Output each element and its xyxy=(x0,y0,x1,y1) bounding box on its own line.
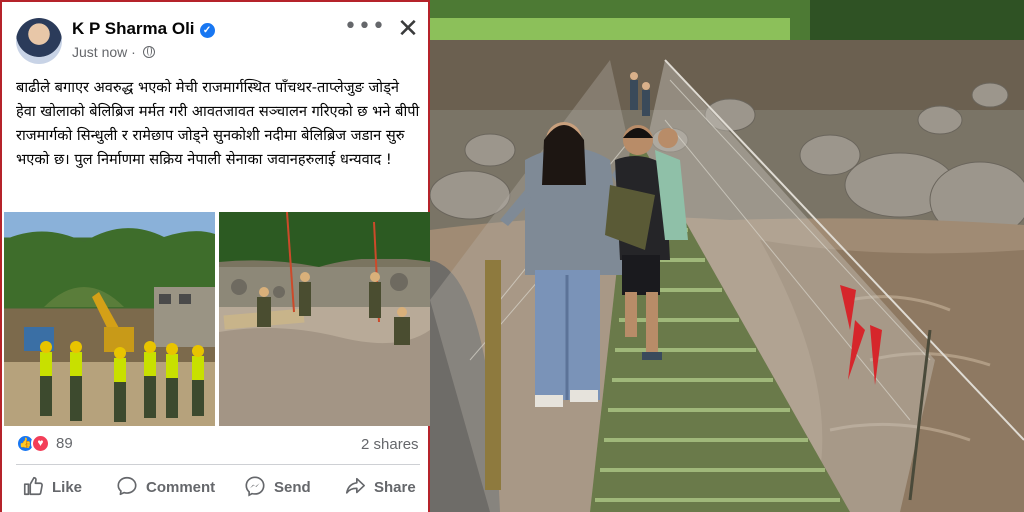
post-header: K P Sharma Oli ✓ Just now · ••• ✕ xyxy=(16,16,420,66)
share-label: Share xyxy=(374,479,416,496)
comment-label: Comment xyxy=(146,479,216,496)
post-timestamp[interactable]: Just now xyxy=(72,44,127,60)
send-label: Send xyxy=(274,479,311,496)
author-name[interactable]: K P Sharma Oli xyxy=(72,19,195,38)
soldiers-illustration xyxy=(4,228,215,426)
comment-bubble-icon xyxy=(117,476,137,496)
river-crossing-illustration xyxy=(219,212,430,426)
globe-icon xyxy=(142,46,155,58)
close-icon[interactable]: ✕ xyxy=(396,16,420,42)
post-photo-river-crossing[interactable] xyxy=(219,212,430,426)
post-photos xyxy=(4,212,430,426)
bridge-crossing-photo xyxy=(430,0,1024,512)
facebook-post-card: K P Sharma Oli ✓ Just now · ••• ✕ बाढीले … xyxy=(0,0,430,512)
post-photo-soldiers-at-site[interactable] xyxy=(4,212,215,426)
meta-separator: · xyxy=(131,44,140,60)
author-name-row: K P Sharma Oli ✓ xyxy=(72,19,215,39)
like-button[interactable]: Like xyxy=(22,468,82,508)
reaction-count: 89 xyxy=(56,435,73,452)
avatar[interactable] xyxy=(16,18,62,64)
love-reaction-icon: ♥ xyxy=(31,434,50,453)
comment-button[interactable]: Comment xyxy=(116,468,215,508)
bridge-crossing-illustration xyxy=(430,0,1024,512)
share-button[interactable]: Share xyxy=(344,468,416,508)
verified-badge-icon: ✓ xyxy=(199,23,215,38)
actions-divider xyxy=(16,464,420,465)
send-button[interactable]: Send xyxy=(244,468,311,508)
post-meta: Just now · xyxy=(72,44,155,60)
post-body-text: बाढीले बगाएर अवरुद्ध भएको मेची राजमार्गस… xyxy=(16,79,420,168)
thumbs-up-icon xyxy=(23,476,43,496)
share-count[interactable]: 2 shares xyxy=(361,436,419,453)
more-options-icon[interactable]: ••• xyxy=(344,16,385,44)
share-arrow-icon xyxy=(345,477,365,494)
post-actions-bar: Like Comment Send Share xyxy=(4,468,430,508)
messenger-icon xyxy=(245,476,265,497)
like-label: Like xyxy=(52,479,83,496)
